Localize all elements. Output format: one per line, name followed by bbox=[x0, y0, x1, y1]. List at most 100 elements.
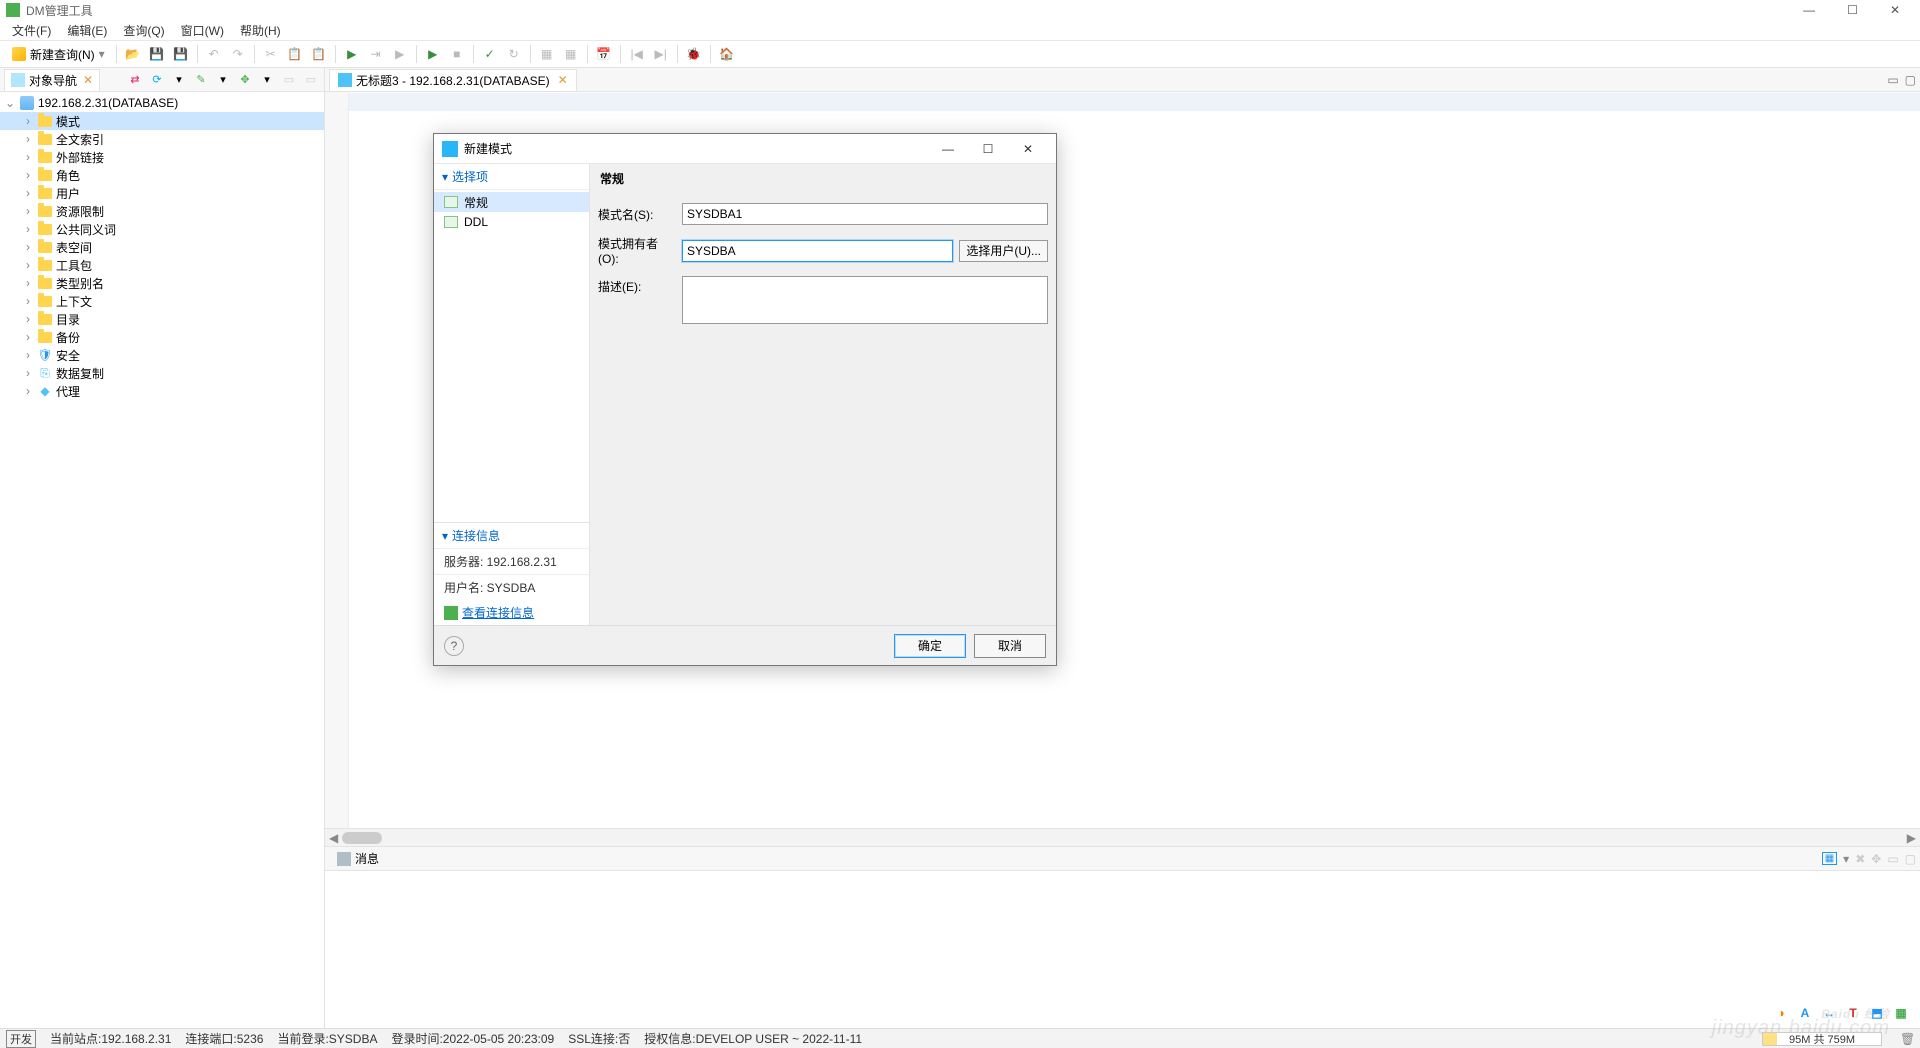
nav-tree[interactable]: ⌄ 192.168.2.31(DATABASE) ›模式›全文索引›外部链接›角… bbox=[0, 92, 324, 1028]
collapse-icon3[interactable]: ▾ bbox=[258, 71, 276, 89]
b-icon-6[interactable]: ▦ bbox=[1892, 1004, 1910, 1022]
open-icon[interactable]: 📂 bbox=[122, 43, 144, 65]
caret-icon[interactable]: › bbox=[22, 204, 34, 218]
dialog-close-button[interactable]: ✕ bbox=[1008, 135, 1048, 163]
b-icon-2[interactable]: A bbox=[1796, 1004, 1814, 1022]
b-icon-5[interactable]: ⬒ bbox=[1868, 1004, 1886, 1022]
tree-item[interactable]: ›🛡安全 bbox=[0, 346, 324, 364]
save-all-icon[interactable]: 💾 bbox=[170, 43, 192, 65]
rollback-icon[interactable]: ↻ bbox=[503, 43, 525, 65]
dialog-minimize-button[interactable]: — bbox=[928, 135, 968, 163]
schema-name-input[interactable] bbox=[682, 203, 1048, 225]
b-icon-1[interactable]: ◑ bbox=[1772, 1004, 1790, 1022]
dialog-nav-ddl[interactable]: DDL bbox=[434, 212, 589, 232]
caret-icon[interactable]: › bbox=[22, 330, 34, 344]
tree-item[interactable]: ›类型别名 bbox=[0, 274, 324, 292]
dialog-section-choose[interactable]: ▾ 选择项 bbox=[434, 164, 589, 190]
msg-tool5-icon[interactable]: ▢ bbox=[1905, 852, 1916, 866]
menu-query[interactable]: 查询(Q) bbox=[117, 22, 170, 39]
tree-item[interactable]: ›上下文 bbox=[0, 292, 324, 310]
tree-root[interactable]: ⌄ 192.168.2.31(DATABASE) bbox=[0, 94, 324, 112]
paste-icon[interactable]: 📋 bbox=[308, 43, 330, 65]
expand-icon[interactable]: ✥ bbox=[236, 71, 254, 89]
tree-item[interactable]: ›备份 bbox=[0, 328, 324, 346]
msg-tool1-icon[interactable]: ▦ bbox=[1822, 852, 1837, 865]
editor-h-scrollbar[interactable]: ◀ ▶ bbox=[325, 829, 1920, 847]
dialog-maximize-button[interactable]: ☐ bbox=[968, 135, 1008, 163]
caret-icon[interactable]: › bbox=[22, 276, 34, 290]
view-conn-link[interactable]: 查看连接信息 bbox=[434, 600, 589, 625]
caret-icon[interactable]: › bbox=[22, 384, 34, 398]
editor-tab[interactable]: 无标题3 - 192.168.2.31(DATABASE) ✕ bbox=[329, 69, 577, 91]
menu-edit[interactable]: 编辑(E) bbox=[61, 22, 113, 39]
new-query-button[interactable]: 新建查询(N) ▾ bbox=[6, 43, 111, 65]
edit-icon[interactable]: ✎ bbox=[192, 71, 210, 89]
caret-icon[interactable]: › bbox=[22, 366, 34, 380]
minimize-button[interactable]: — bbox=[1797, 3, 1821, 17]
more1-icon[interactable]: ▭ bbox=[280, 71, 298, 89]
b-icon-3[interactable]: ↔ bbox=[1820, 1004, 1838, 1022]
calendar-icon[interactable]: 📅 bbox=[593, 43, 615, 65]
tree-item[interactable]: ›表空间 bbox=[0, 238, 324, 256]
tree-item[interactable]: ›公共同义词 bbox=[0, 220, 324, 238]
tool1-icon[interactable]: ▦ bbox=[536, 43, 558, 65]
minimize-pane-icon[interactable]: ▭ bbox=[1887, 73, 1898, 87]
nav-last-icon[interactable]: ▶| bbox=[650, 43, 672, 65]
close-button[interactable]: ✕ bbox=[1884, 3, 1906, 17]
run-step-icon[interactable]: ⇥ bbox=[365, 43, 387, 65]
dialog-section-conn[interactable]: ▾ 连接信息 bbox=[434, 523, 589, 549]
undo-icon[interactable]: ↶ bbox=[203, 43, 225, 65]
trash-icon[interactable]: 🗑 bbox=[1900, 1032, 1914, 1046]
tree-item[interactable]: ›角色 bbox=[0, 166, 324, 184]
b-icon-4[interactable]: T bbox=[1844, 1004, 1862, 1022]
caret-icon[interactable]: ⌄ bbox=[4, 96, 16, 110]
dialog-nav-general[interactable]: 常规 bbox=[434, 192, 589, 212]
caret-icon[interactable]: › bbox=[22, 168, 34, 182]
collapse-icon2[interactable]: ▾ bbox=[214, 71, 232, 89]
nav-first-icon[interactable]: |◀ bbox=[626, 43, 648, 65]
caret-icon[interactable]: › bbox=[22, 312, 34, 326]
ok-button[interactable]: 确定 bbox=[894, 634, 966, 658]
msg-tool4-icon[interactable]: ▭ bbox=[1887, 852, 1898, 866]
collapse-icon[interactable]: ▾ bbox=[170, 71, 188, 89]
menu-help[interactable]: 帮助(H) bbox=[234, 22, 287, 39]
tree-item[interactable]: ›资源限制 bbox=[0, 202, 324, 220]
choose-user-button[interactable]: 选择用户(U)... bbox=[959, 240, 1048, 262]
msg-tool3-icon[interactable]: ✥ bbox=[1871, 852, 1881, 866]
stop-icon[interactable]: ■ bbox=[446, 43, 468, 65]
scrollbar-thumb[interactable] bbox=[342, 832, 382, 844]
cut-icon[interactable]: ✂ bbox=[260, 43, 282, 65]
more2-icon[interactable]: ▭ bbox=[302, 71, 320, 89]
tree-item[interactable]: ›用户 bbox=[0, 184, 324, 202]
tree-item[interactable]: ›目录 bbox=[0, 310, 324, 328]
cancel-button[interactable]: 取消 bbox=[974, 634, 1046, 658]
debug-run-icon[interactable]: ▶ bbox=[422, 43, 444, 65]
menu-window[interactable]: 窗口(W) bbox=[175, 22, 230, 39]
caret-icon[interactable]: › bbox=[22, 294, 34, 308]
home-icon[interactable]: 🏠 bbox=[716, 43, 738, 65]
link-icon[interactable]: ⇄ bbox=[126, 71, 144, 89]
editor-tab-close-icon[interactable]: ✕ bbox=[558, 73, 568, 87]
caret-icon[interactable]: › bbox=[22, 240, 34, 254]
nav-tab-close-icon[interactable]: ✕ bbox=[83, 73, 93, 87]
nav-tab[interactable]: 对象导航 ✕ bbox=[4, 69, 100, 91]
tree-item[interactable]: ›工具包 bbox=[0, 256, 324, 274]
caret-icon[interactable]: › bbox=[22, 348, 34, 362]
refresh-icon[interactable]: ⟳ bbox=[148, 71, 166, 89]
caret-icon[interactable]: › bbox=[22, 222, 34, 236]
caret-icon[interactable]: › bbox=[22, 150, 34, 164]
run-icon[interactable]: ▶ bbox=[341, 43, 363, 65]
caret-icon[interactable]: › bbox=[22, 258, 34, 272]
maximize-button[interactable]: ☐ bbox=[1841, 3, 1864, 17]
tree-item[interactable]: ›全文索引 bbox=[0, 130, 324, 148]
maximize-pane-icon[interactable]: ▢ bbox=[1905, 73, 1916, 87]
caret-icon[interactable]: › bbox=[22, 132, 34, 146]
caret-icon[interactable]: › bbox=[22, 114, 34, 128]
bug-icon[interactable]: 🐞 bbox=[683, 43, 705, 65]
tree-item[interactable]: ›模式 bbox=[0, 112, 324, 130]
tree-item[interactable]: ›◆代理 bbox=[0, 382, 324, 400]
tool2-icon[interactable]: ▦ bbox=[560, 43, 582, 65]
schema-owner-input[interactable] bbox=[682, 240, 953, 262]
redo-icon[interactable]: ↷ bbox=[227, 43, 249, 65]
tree-item[interactable]: ›外部链接 bbox=[0, 148, 324, 166]
